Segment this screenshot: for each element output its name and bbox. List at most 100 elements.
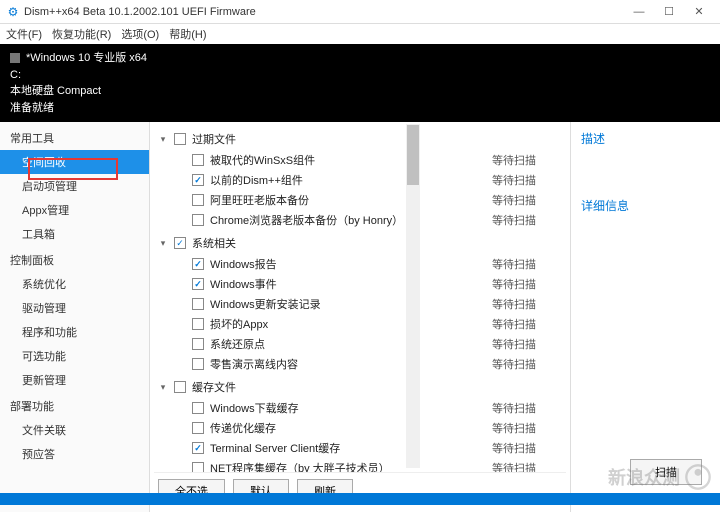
item-checkbox[interactable] [192, 442, 204, 454]
workspace: 常用工具 空间回收 启动项管理 Appx管理 工具箱 控制面板 系统优化 驱动管… [0, 122, 720, 512]
item-label: 零售演示离线内容 [210, 356, 486, 372]
menubar: 文件(F) 恢复功能(R) 选项(O) 帮助(H) [0, 24, 720, 44]
details-label: 详细信息 [581, 197, 710, 214]
sidebar-group-common: 常用工具 [0, 126, 149, 150]
group-checkbox[interactable] [174, 381, 186, 393]
sidebar-item-updates[interactable]: 更新管理 [0, 368, 149, 392]
item-label: 系统还原点 [210, 336, 486, 352]
sidebar-item-driver[interactable]: 驱动管理 [0, 296, 149, 320]
item-status: 等待扫描 [492, 276, 562, 292]
watermark: 新浪众测 [608, 463, 712, 491]
item-label: Windows更新安装记录 [210, 296, 486, 312]
item-status: 等待扫描 [492, 336, 562, 352]
item-checkbox[interactable] [192, 402, 204, 414]
item-label: Windows下载缓存 [210, 400, 486, 416]
tree-item-row[interactable]: Windows下载缓存等待扫描 [154, 398, 566, 418]
item-checkbox[interactable] [192, 174, 204, 186]
item-label: 损坏的Appx [210, 316, 486, 332]
item-status: 等待扫描 [492, 172, 562, 188]
item-label: Chrome浏览器老版本备份（by Honry） [210, 212, 486, 228]
tree-group-header[interactable]: ▾ 系统相关 [154, 232, 566, 254]
tree-item-row[interactable]: 损坏的Appx 等待扫描 [154, 314, 566, 334]
item-checkbox[interactable] [192, 154, 204, 166]
item-checkbox[interactable] [192, 194, 204, 206]
item-status: 等待扫描 [492, 460, 562, 472]
item-label: Windows事件 [210, 276, 486, 292]
item-label: Terminal Server Client缓存 [210, 440, 486, 456]
group-checkbox[interactable] [174, 133, 186, 145]
tree-item-row[interactable]: 阿里旺旺老版本备份等待扫描 [154, 190, 566, 210]
menu-recovery[interactable]: 恢复功能(R) [52, 26, 111, 42]
tree-item-row[interactable]: Windows报告等待扫描 [154, 254, 566, 274]
disk-info: 本地硬盘 Compact [10, 83, 710, 100]
sidebar-item-optional[interactable]: 可选功能 [0, 344, 149, 368]
minimize-button[interactable]: — [624, 1, 654, 23]
item-label: 被取代的WinSxS组件 [210, 152, 486, 168]
window-title: Dism++x64 Beta 10.1.2002.101 UEFI Firmwa… [24, 6, 624, 18]
tree-item-row[interactable]: Windows更新安装记录等待扫描 [154, 294, 566, 314]
sidebar-item-fileassoc[interactable]: 文件关联 [0, 418, 149, 442]
sidebar-group-deploy: 部署功能 [0, 394, 149, 418]
sidebar-item-toolbox[interactable]: 工具箱 [0, 222, 149, 246]
item-status: 等待扫描 [492, 192, 562, 208]
scrollbar[interactable] [406, 124, 420, 468]
item-checkbox[interactable] [192, 338, 204, 350]
item-status: 等待扫描 [492, 212, 562, 228]
tree-item-row[interactable]: Windows事件等待扫描 [154, 274, 566, 294]
expander-icon[interactable]: ▾ [158, 238, 168, 249]
item-checkbox[interactable] [192, 298, 204, 310]
sidebar-item-space[interactable]: 空间回收 [0, 150, 149, 174]
tree-item-row[interactable]: NET程序集缓存（by 大胖子技术员）等待扫描 [154, 458, 566, 472]
tree-item-row[interactable]: 被取代的WinSxS组件等待扫描 [154, 150, 566, 170]
item-status: 等待扫描 [492, 400, 562, 416]
item-checkbox[interactable] [192, 278, 204, 290]
close-button[interactable]: ✕ [684, 1, 714, 23]
item-checkbox[interactable] [192, 258, 204, 270]
menu-file[interactable]: 文件(F) [6, 26, 42, 42]
sidebar-item-appx[interactable]: Appx管理 [0, 198, 149, 222]
description-label: 描述 [581, 130, 710, 147]
info-band: *Windows 10 专业版 x64 C: 本地硬盘 Compact 准备就绪 [0, 44, 720, 122]
drive-letter: C: [10, 67, 710, 84]
item-status: 等待扫描 [492, 356, 562, 372]
tree-item-row[interactable]: 以前的Dism++组件等待扫描 [154, 170, 566, 190]
item-checkbox[interactable] [192, 422, 204, 434]
bottom-bar [0, 493, 720, 505]
item-checkbox[interactable] [192, 214, 204, 226]
item-checkbox[interactable] [192, 318, 204, 330]
expander-icon[interactable]: ▾ [158, 382, 168, 393]
expander-icon[interactable]: ▾ [158, 134, 168, 145]
tree-group-header[interactable]: ▾过期文件 [154, 128, 566, 150]
sidebar-item-sysopt[interactable]: 系统优化 [0, 272, 149, 296]
group-label: 系统相关 [192, 235, 562, 251]
menu-options[interactable]: 选项(O) [121, 26, 159, 42]
maximize-button[interactable]: ☐ [654, 1, 684, 23]
tree-group-header[interactable]: ▾ 缓存文件 [154, 376, 566, 398]
sidebar-item-preanswer[interactable]: 预应答 [0, 442, 149, 466]
os-version: *Windows 10 专业版 x64 [26, 50, 147, 67]
tree-item-row[interactable]: 零售演示离线内容等待扫描 [154, 354, 566, 374]
tree-item-row[interactable]: 传递优化缓存等待扫描 [154, 418, 566, 438]
sidebar-item-programs[interactable]: 程序和功能 [0, 320, 149, 344]
right-panel: 描述 详细信息 [570, 122, 720, 512]
item-checkbox[interactable] [192, 358, 204, 370]
item-status: 等待扫描 [492, 256, 562, 272]
tree-item-row[interactable]: 系统还原点等待扫描 [154, 334, 566, 354]
scrollbar-thumb[interactable] [407, 125, 419, 185]
item-label: Windows报告 [210, 256, 486, 272]
item-status: 等待扫描 [492, 316, 562, 332]
menu-help[interactable]: 帮助(H) [169, 26, 206, 42]
tree-item-row[interactable]: Chrome浏览器老版本备份（by Honry） 等待扫描 [154, 210, 566, 230]
group-checkbox[interactable] [174, 237, 186, 249]
tree-item-row[interactable]: Terminal Server Client缓存等待扫描 [154, 438, 566, 458]
cleanup-tree: ▾过期文件被取代的WinSxS组件等待扫描以前的Dism++组件等待扫描阿里旺旺… [154, 128, 566, 472]
item-label: 阿里旺旺老版本备份 [210, 192, 486, 208]
sidebar-item-startup[interactable]: 启动项管理 [0, 174, 149, 198]
item-label: 以前的Dism++组件 [210, 172, 486, 188]
sidebar-group-control: 控制面板 [0, 248, 149, 272]
item-status: 等待扫描 [492, 152, 562, 168]
item-checkbox[interactable] [192, 462, 204, 472]
item-label: 传递优化缓存 [210, 420, 486, 436]
sidebar: 常用工具 空间回收 启动项管理 Appx管理 工具箱 控制面板 系统优化 驱动管… [0, 122, 150, 512]
group-label: 缓存文件 [192, 379, 562, 395]
